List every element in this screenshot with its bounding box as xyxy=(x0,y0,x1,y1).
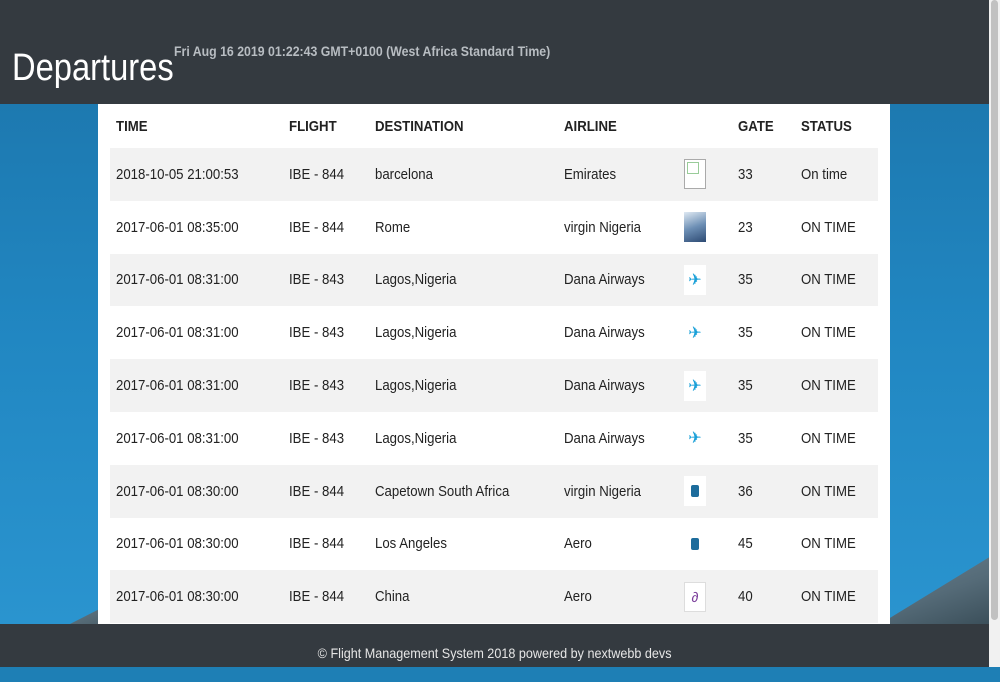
airplane-icon: ✈ xyxy=(684,370,706,401)
cell-airline: Dana Airways xyxy=(558,253,678,307)
column-header-time: TIME xyxy=(116,117,148,135)
cell-status: ON TIME xyxy=(795,411,878,465)
cell-flight: IBE - 844 xyxy=(283,570,369,624)
cell-time: 2017-06-01 08:31:00 xyxy=(110,411,283,465)
cell-logo: ∂ xyxy=(678,570,732,624)
cell-airline: Aero xyxy=(558,517,678,571)
cell-airline: Dana Airways xyxy=(558,411,678,465)
sky-photo-icon xyxy=(684,212,706,243)
cell-time: 2017-06-01 08:30:00 xyxy=(110,464,283,518)
cell-gate: 35 xyxy=(732,359,795,412)
cell-logo: ✈ xyxy=(678,411,732,465)
vertical-scrollbar[interactable] xyxy=(989,0,1000,667)
table-row: 2017-06-01 08:31:00 IBE - 843 Lagos,Nige… xyxy=(110,306,878,360)
column-header-destination: DESTINATION xyxy=(375,117,464,135)
cell-airline: Aero xyxy=(558,570,678,624)
airplane-icon: ✈ xyxy=(684,423,706,454)
column-header-gate: GATE xyxy=(738,117,774,135)
table-row: 2017-06-01 08:30:00 IBE - 844 China Aero… xyxy=(110,570,878,624)
cell-destination: Lagos,Nigeria xyxy=(369,253,558,307)
cell-time: 2017-06-01 08:31:00 xyxy=(110,359,283,412)
cell-status: ON TIME xyxy=(795,200,878,254)
cell-gate: 23 xyxy=(732,200,795,254)
table-row: 2017-06-01 08:31:00 IBE - 843 Lagos,Nige… xyxy=(110,253,878,307)
footer-text: © Flight Management System 2018 powered … xyxy=(317,645,672,661)
cell-status: ON TIME xyxy=(795,517,878,571)
cell-flight: IBE - 844 xyxy=(283,200,369,254)
cell-airline: Dana Airways xyxy=(558,359,678,412)
cell-time: 2017-06-01 08:35:00 xyxy=(110,200,283,254)
column-header-logo xyxy=(678,104,732,148)
cell-logo xyxy=(678,200,732,254)
cell-flight: IBE - 843 xyxy=(283,253,369,307)
cell-destination: Lagos,Nigeria xyxy=(369,411,558,465)
table-row: 2017-06-01 08:30:00 IBE - 844 Los Angele… xyxy=(110,517,878,571)
cell-time: 2018-10-05 21:00:53 xyxy=(110,148,283,201)
swirl-logo-icon: ∂ xyxy=(684,581,706,612)
cell-destination: Lagos,Nigeria xyxy=(369,359,558,412)
cell-flight: IBE - 844 xyxy=(283,464,369,518)
cell-gate: 35 xyxy=(732,306,795,360)
table-row: 2018-10-05 21:00:53 IBE - 844 barcelona … xyxy=(110,148,878,201)
cell-gate: 35 xyxy=(732,411,795,465)
cell-destination: Rome xyxy=(369,200,558,254)
cell-airline: Emirates xyxy=(558,148,678,201)
cell-time: 2017-06-01 08:31:00 xyxy=(110,253,283,307)
departures-table: TIME FLIGHT DESTINATION AIRLINE GATE STA… xyxy=(110,104,878,624)
departures-panel: TIME FLIGHT DESTINATION AIRLINE GATE STA… xyxy=(98,104,890,624)
cell-status: ON TIME xyxy=(795,359,878,412)
cell-destination: barcelona xyxy=(369,148,558,201)
cell-airline: virgin Nigeria xyxy=(558,464,678,518)
cell-flight: IBE - 844 xyxy=(283,148,369,201)
cell-status: ON TIME xyxy=(795,306,878,360)
column-header-status: STATUS xyxy=(801,117,852,135)
airplane-icon: ✈ xyxy=(684,264,706,295)
column-header-airline: AIRLINE xyxy=(564,117,617,135)
table-row: 2017-06-01 08:35:00 IBE - 844 Rome virgi… xyxy=(110,200,878,254)
airplane-icon: ✈ xyxy=(684,317,706,348)
cell-logo xyxy=(678,464,732,518)
cell-logo: ✈ xyxy=(678,253,732,307)
cell-destination: China xyxy=(369,570,558,624)
page-footer: © Flight Management System 2018 powered … xyxy=(0,624,989,667)
cell-gate: 36 xyxy=(732,464,795,518)
aero-logo-icon xyxy=(684,528,706,559)
cell-time: 2017-06-01 08:30:00 xyxy=(110,570,283,624)
cell-status: On time xyxy=(795,148,878,201)
cell-airline: Dana Airways xyxy=(558,306,678,360)
cell-logo: ✈ xyxy=(678,306,732,360)
table-header-row: TIME FLIGHT DESTINATION AIRLINE GATE STA… xyxy=(110,104,878,148)
cell-destination: Lagos,Nigeria xyxy=(369,306,558,360)
page-title: Departures xyxy=(12,47,174,89)
cell-gate: 40 xyxy=(732,570,795,624)
cell-flight: IBE - 844 xyxy=(283,517,369,571)
cell-time: 2017-06-01 08:30:00 xyxy=(110,517,283,571)
current-datetime: Fri Aug 16 2019 01:22:43 GMT+0100 (West … xyxy=(174,43,551,59)
cell-status: ON TIME xyxy=(795,570,878,624)
cell-time: 2017-06-01 08:31:00 xyxy=(110,306,283,360)
cell-status: ON TIME xyxy=(795,464,878,518)
cell-airline: virgin Nigeria xyxy=(558,200,678,254)
table-row: 2017-06-01 08:31:00 IBE - 843 Lagos,Nige… xyxy=(110,411,878,465)
cell-gate: 35 xyxy=(732,253,795,307)
cell-logo xyxy=(678,517,732,571)
cell-flight: IBE - 843 xyxy=(283,359,369,412)
cell-flight: IBE - 843 xyxy=(283,306,369,360)
cell-gate: 45 xyxy=(732,517,795,571)
table-row: 2017-06-01 08:31:00 IBE - 843 Lagos,Nige… xyxy=(110,359,878,412)
cell-logo: ✈ xyxy=(678,359,732,412)
top-header: Departures Fri Aug 16 2019 01:22:43 GMT+… xyxy=(0,0,989,104)
cell-logo xyxy=(678,148,732,201)
cell-status: ON TIME xyxy=(795,253,878,307)
cell-destination: Capetown South Africa xyxy=(369,464,558,518)
scrollbar-thumb[interactable] xyxy=(991,0,998,620)
broken-image-icon xyxy=(684,159,706,190)
cell-destination: Los Angeles xyxy=(369,517,558,571)
column-header-flight: FLIGHT xyxy=(289,117,337,135)
table-row: 2017-06-01 08:30:00 IBE - 844 Capetown S… xyxy=(110,464,878,518)
cell-flight: IBE - 843 xyxy=(283,411,369,465)
aero-logo-icon xyxy=(684,476,706,507)
cell-gate: 33 xyxy=(732,148,795,201)
